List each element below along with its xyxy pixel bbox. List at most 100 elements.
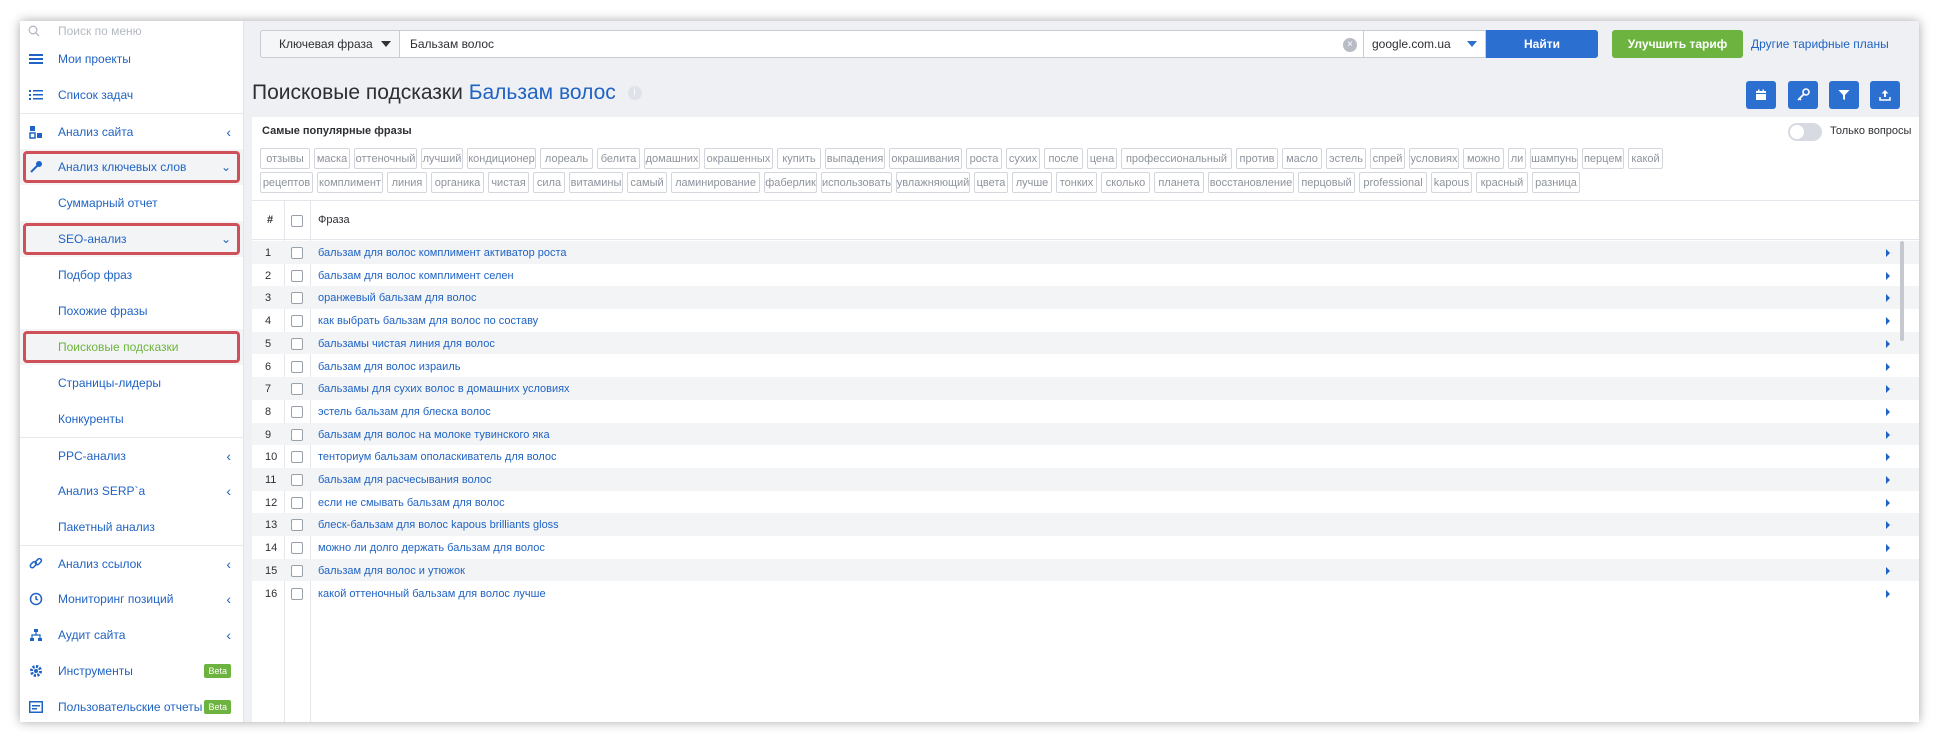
search-engine-select[interactable]: google.com.ua — [1364, 30, 1486, 58]
phrase-tag[interactable]: красный — [1476, 172, 1528, 193]
expand-arrow-icon[interactable] — [1886, 317, 1890, 326]
phrase-tag[interactable]: рецептов — [260, 172, 313, 193]
phrase-tag[interactable]: можно — [1463, 148, 1504, 169]
phrase-tag[interactable]: лореаль — [540, 148, 593, 169]
phrase-tag[interactable]: фаберлик — [764, 172, 817, 193]
export-button[interactable] — [1870, 81, 1900, 109]
phrase-tag[interactable]: окрашивания — [889, 148, 962, 169]
info-icon[interactable]: i — [627, 86, 642, 101]
sidebar-item-batch-analysis[interactable]: Пакетный анализ — [20, 509, 243, 545]
row-checkbox[interactable] — [291, 405, 303, 418]
phrase-tag[interactable]: лучший — [421, 148, 463, 169]
phrase-tag[interactable]: какой — [1628, 148, 1663, 169]
row-phrase-link[interactable]: можно ли долго держать бальзам для волос — [318, 542, 545, 554]
phrase-tag[interactable]: выпадения — [825, 148, 885, 169]
sidebar-item-tools[interactable]: Инструменты Beta — [20, 653, 243, 689]
expand-arrow-icon[interactable] — [1886, 566, 1890, 575]
expand-arrow-icon[interactable] — [1886, 339, 1890, 348]
phrase-tag[interactable]: домашних — [644, 148, 700, 169]
expand-arrow-icon[interactable] — [1886, 294, 1890, 303]
phrase-tag[interactable]: белита — [597, 148, 640, 169]
phrase-tag[interactable]: тонких — [1056, 172, 1097, 193]
row-checkbox[interactable] — [291, 587, 303, 600]
sidebar-item-link-analysis[interactable]: Анализ ссылок ‹ — [20, 545, 243, 581]
row-checkbox[interactable] — [291, 496, 303, 509]
sidebar-item-tasks[interactable]: Список задач — [20, 77, 243, 113]
row-checkbox[interactable] — [291, 360, 303, 373]
sidebar-item-custom-reports[interactable]: Пользовательские отчеты Beta — [20, 689, 243, 722]
select-all-checkbox[interactable] — [291, 215, 303, 227]
phrase-tag[interactable]: купить — [777, 148, 821, 169]
sidebar-item-competitors[interactable]: Конкуренты — [20, 401, 243, 437]
phrase-tag[interactable]: восстановление — [1208, 172, 1294, 193]
row-checkbox[interactable] — [291, 542, 303, 555]
row-checkbox[interactable] — [291, 564, 303, 577]
sidebar-item-search-suggestions[interactable]: Поисковые подсказки — [20, 329, 243, 365]
phrase-tag[interactable]: сколько — [1101, 172, 1150, 193]
upgrade-plan-button[interactable]: Улучшить тариф — [1612, 30, 1743, 58]
expand-arrow-icon[interactable] — [1886, 544, 1890, 553]
row-phrase-link[interactable]: тенториум бальзам ополаскиватель для вол… — [318, 451, 557, 463]
phrase-tag[interactable]: маска — [314, 148, 350, 169]
phrase-tag[interactable]: линия — [387, 172, 427, 193]
sidebar-item-leader-pages[interactable]: Страницы-лидеры — [20, 365, 243, 401]
phrase-tag[interactable]: условиях — [1409, 148, 1459, 169]
row-checkbox[interactable] — [291, 247, 303, 259]
expand-arrow-icon[interactable] — [1886, 249, 1890, 257]
row-phrase-link[interactable]: бальзам для волос комплимент селен — [318, 270, 514, 282]
phrase-tag[interactable]: эстель — [1326, 148, 1366, 169]
sidebar-item-phrase-selection[interactable]: Подбор фраз — [20, 257, 243, 293]
phrase-tag[interactable]: против — [1236, 148, 1278, 169]
phrase-tag[interactable]: после — [1044, 148, 1083, 169]
row-phrase-link[interactable]: бальзамы чистая линия для волос — [318, 338, 495, 350]
sidebar-item-serp-analysis[interactable]: Анализ SERP`a ‹ — [20, 473, 243, 509]
row-checkbox[interactable] — [291, 428, 303, 441]
expand-arrow-icon[interactable] — [1886, 476, 1890, 484]
row-phrase-link[interactable]: бальзам для волос на молоке тувинского я… — [318, 429, 550, 441]
expand-arrow-icon[interactable] — [1886, 521, 1890, 530]
row-phrase-link[interactable]: оранжевый бальзам для волос — [318, 292, 477, 304]
key-button[interactable] — [1788, 81, 1818, 109]
phrase-tag[interactable]: самый — [627, 172, 667, 193]
find-button[interactable]: Найти — [1486, 30, 1598, 58]
sidebar-search-input[interactable]: Поиск по меню — [58, 24, 142, 38]
sidebar-item-site-analysis[interactable]: Анализ сайта ‹ — [20, 113, 243, 149]
row-phrase-link[interactable]: бальзам для волос комплимент активатор р… — [318, 247, 567, 259]
phrase-tag[interactable]: ламинирование — [671, 172, 760, 193]
phrase-tag[interactable]: использовать — [821, 172, 892, 193]
expand-arrow-icon[interactable] — [1886, 271, 1890, 280]
sidebar-item-position-monitoring[interactable]: Мониторинг позиций ‹ — [20, 581, 243, 617]
phrase-tag[interactable]: органика — [431, 172, 484, 193]
phrase-tag[interactable]: комплимент — [317, 172, 383, 193]
clear-icon[interactable]: × — [1343, 38, 1357, 52]
sidebar-item-seo-analysis[interactable]: SEO-анализ ⌄ — [20, 221, 243, 257]
sidebar-item-site-audit[interactable]: Аудит сайта ‹ — [20, 617, 243, 653]
phrase-tag[interactable]: сила — [533, 172, 565, 193]
expand-arrow-icon[interactable] — [1886, 385, 1890, 394]
filter-button[interactable] — [1829, 81, 1859, 109]
row-phrase-link[interactable]: если не смывать бальзам для волос — [318, 497, 505, 509]
phrase-tag[interactable]: витамины — [569, 172, 623, 193]
phrase-tag[interactable]: лучше — [1012, 172, 1052, 193]
sidebar-item-similar-phrases[interactable]: Похожие фразы — [20, 293, 243, 329]
phrase-tag[interactable]: перцем — [1582, 148, 1624, 169]
sidebar-item-ppc-analysis[interactable]: PPC-анализ ‹ — [20, 437, 243, 473]
phrase-tag[interactable]: kapous — [1431, 172, 1472, 193]
query-type-select[interactable]: Ключевая фраза — [260, 30, 400, 58]
expand-arrow-icon[interactable] — [1886, 453, 1890, 462]
row-phrase-link[interactable]: как выбрать бальзам для волос по составу — [318, 315, 538, 327]
expand-arrow-icon[interactable] — [1886, 407, 1890, 416]
row-checkbox[interactable] — [291, 315, 303, 328]
row-phrase-link[interactable]: какой оттеночный бальзам для волос лучше — [318, 588, 546, 600]
phrase-tag[interactable]: кондиционер — [467, 148, 536, 169]
calendar-button[interactable] — [1746, 81, 1776, 109]
expand-arrow-icon[interactable] — [1886, 430, 1890, 439]
row-phrase-link[interactable]: бальзам для волос израиль — [318, 361, 460, 373]
questions-only-toggle[interactable] — [1788, 123, 1822, 141]
phrase-tag[interactable]: масло — [1282, 148, 1322, 169]
row-phrase-link[interactable]: эстель бальзам для блеска волос — [318, 406, 491, 418]
row-checkbox[interactable] — [291, 474, 303, 486]
phrase-tag[interactable]: сухих — [1006, 148, 1040, 169]
row-checkbox[interactable] — [291, 337, 303, 350]
row-checkbox[interactable] — [291, 519, 303, 532]
